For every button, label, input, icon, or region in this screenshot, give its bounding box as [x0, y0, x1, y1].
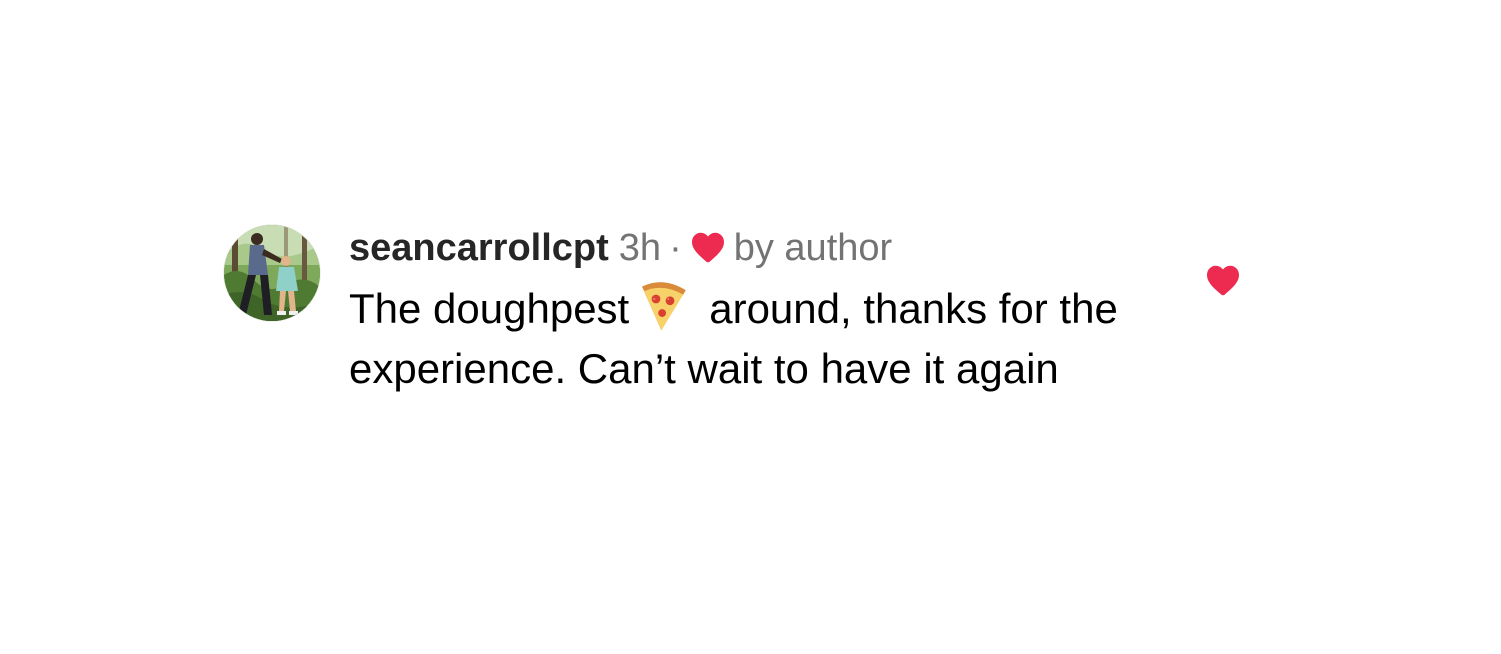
heart-icon: [690, 231, 726, 263]
avatar[interactable]: [224, 225, 320, 321]
liked-by-author-label: by author: [733, 227, 893, 269]
avatar-photo: [224, 225, 320, 321]
pizza-emoji-icon: [635, 278, 691, 334]
username[interactable]: seancarrollcpt: [349, 227, 609, 269]
comment: seancarrollcpt 3h · by author The doughpest…: [0, 0, 1501, 654]
comment-time: 3h: [618, 227, 662, 269]
like-button-heart-icon[interactable]: [1205, 264, 1241, 296]
comment-text: The doughpest around, thanks for the exp…: [349, 280, 1129, 397]
separator-dot: ·: [669, 227, 682, 269]
comment-text-before-emoji: The doughpest: [349, 285, 630, 332]
comment-meta: seancarrollcpt 3h · by author: [349, 226, 892, 270]
